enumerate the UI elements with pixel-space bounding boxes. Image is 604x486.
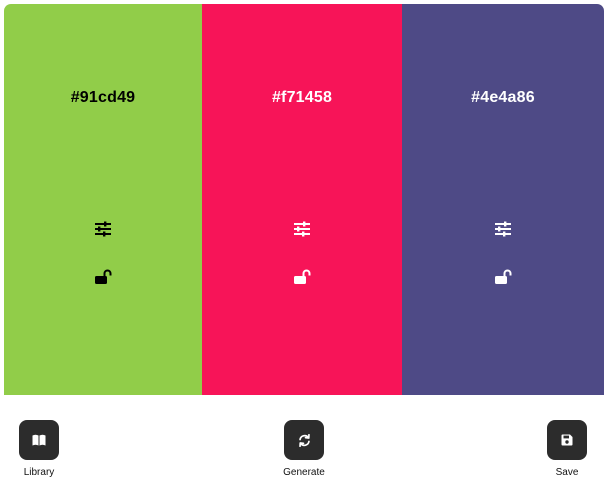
hex-code-label[interactable]: #4e4a86 [402,89,604,107]
hex-code-label[interactable]: #91cd49 [4,89,202,107]
lock-toggle-button[interactable] [92,266,114,288]
save-label: Save [555,467,579,478]
adjust-color-button[interactable] [291,218,313,240]
color-palette: #91cd49 #f71458 #4e4a86 [4,4,604,395]
generate-tool: Generate [274,420,334,478]
sliders-icon [294,221,310,237]
hex-code-label[interactable]: #f71458 [202,89,402,107]
bottom-toolbar: Library Generate Save [0,395,604,486]
library-button[interactable] [19,420,59,460]
library-tool: Library [9,420,69,478]
adjust-color-button[interactable] [492,218,514,240]
floppy-disk-icon [561,434,573,446]
color-swatch-3[interactable]: #4e4a86 [402,4,604,395]
save-tool: Save [537,420,597,478]
refresh-icon [298,433,310,447]
unlock-icon [495,269,512,284]
save-button[interactable] [547,420,587,460]
adjust-color-button[interactable] [92,218,114,240]
generate-label: Generate [283,467,325,478]
lock-toggle-button[interactable] [492,266,514,288]
palette-app: #91cd49 #f71458 #4e4a86 Library Generate… [0,0,604,486]
generate-button[interactable] [284,420,324,460]
color-swatch-1[interactable]: #91cd49 [4,4,202,395]
unlock-icon [294,269,311,284]
color-swatch-2[interactable]: #f71458 [202,4,402,395]
library-label: Library [23,467,55,478]
sliders-icon [95,221,111,237]
book-open-icon [32,434,46,446]
lock-toggle-button[interactable] [291,266,313,288]
unlock-icon [95,269,112,284]
sliders-icon [495,221,511,237]
